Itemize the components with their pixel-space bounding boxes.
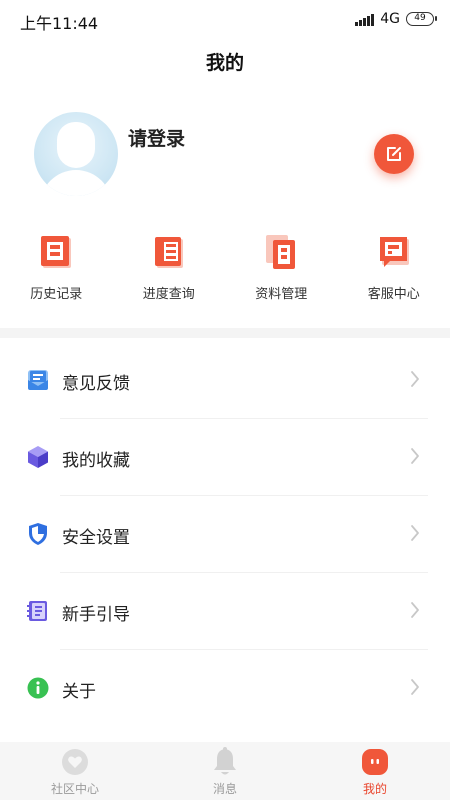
document-manage-icon xyxy=(263,232,299,272)
bell-icon xyxy=(211,747,239,776)
avatar[interactable] xyxy=(34,112,118,196)
section-divider xyxy=(0,328,450,338)
bottom-tab-bar: 社区中心 消息 我的 xyxy=(0,742,450,800)
security-shield-icon xyxy=(29,523,47,545)
status-time: 上午11:44 xyxy=(20,14,99,33)
edit-profile-button[interactable] xyxy=(374,134,414,174)
profile-section: 请登录 xyxy=(0,108,450,208)
feedback-mail-icon xyxy=(28,370,48,390)
tab-community[interactable]: 社区中心 xyxy=(0,742,150,800)
page-title: 我的 xyxy=(205,52,244,74)
tab-profile[interactable]: 我的 xyxy=(300,742,450,800)
community-icon xyxy=(61,748,89,776)
login-link[interactable]: 请登录 xyxy=(128,124,185,151)
quick-actions: 历史记录 进度查询 资料管理 客服中心 xyxy=(0,232,450,316)
chevron-right-icon xyxy=(411,602,419,618)
guide-book-icon xyxy=(27,601,47,621)
network-type: 4G xyxy=(380,11,400,27)
tab-messages[interactable]: 消息 xyxy=(150,742,300,800)
quick-item-documents[interactable]: 资料管理 xyxy=(225,232,338,316)
tab-label: 消息 xyxy=(212,782,237,796)
quick-item-customer-service[interactable]: 客服中心 xyxy=(338,232,450,316)
profile-icon xyxy=(361,748,389,776)
chevron-right-icon xyxy=(411,448,419,464)
history-record-icon xyxy=(38,232,74,272)
quick-label: 进度查询 xyxy=(142,287,195,302)
menu-item-about[interactable]: 关于 xyxy=(0,650,450,727)
edit-icon xyxy=(387,147,401,161)
menu-item-favorites[interactable]: 我的收藏 xyxy=(0,419,450,496)
quick-item-history[interactable]: 历史记录 xyxy=(0,232,113,316)
chevron-right-icon xyxy=(411,371,419,387)
avatar-body-shape xyxy=(40,170,112,196)
menu-label: 安全设置 xyxy=(62,528,130,548)
menu-label: 我的收藏 xyxy=(62,451,130,471)
quick-item-progress[interactable]: 进度查询 xyxy=(113,232,226,316)
signal-icon xyxy=(355,13,375,26)
menu-item-guide[interactable]: 新手引导 xyxy=(0,573,450,650)
menu-item-feedback[interactable]: 意见反馈 xyxy=(0,342,450,419)
tab-label: 我的 xyxy=(362,782,387,796)
menu-label: 新手引导 xyxy=(62,605,130,625)
avatar-head-shape xyxy=(57,122,95,168)
status-bar: 上午11:44 4G 49 xyxy=(0,0,450,40)
quick-label: 客服中心 xyxy=(367,287,420,302)
status-indicators: 4G 49 xyxy=(355,11,437,27)
tab-label: 社区中心 xyxy=(50,782,99,796)
menu-label: 关于 xyxy=(62,682,96,702)
chevron-right-icon xyxy=(411,525,419,541)
quick-label: 资料管理 xyxy=(255,287,308,302)
progress-query-icon xyxy=(151,232,187,272)
quick-label: 历史记录 xyxy=(30,287,83,302)
menu-list: 意见反馈 我的收藏 安全设置 新手引导 关于 xyxy=(0,342,450,727)
about-info-icon xyxy=(27,677,49,699)
menu-label: 意见反馈 xyxy=(62,374,130,394)
menu-item-security[interactable]: 安全设置 xyxy=(0,496,450,573)
customer-service-icon xyxy=(376,232,412,272)
battery-icon: 49 xyxy=(406,12,437,26)
favorites-cube-icon xyxy=(28,446,48,468)
chevron-right-icon xyxy=(411,679,419,695)
